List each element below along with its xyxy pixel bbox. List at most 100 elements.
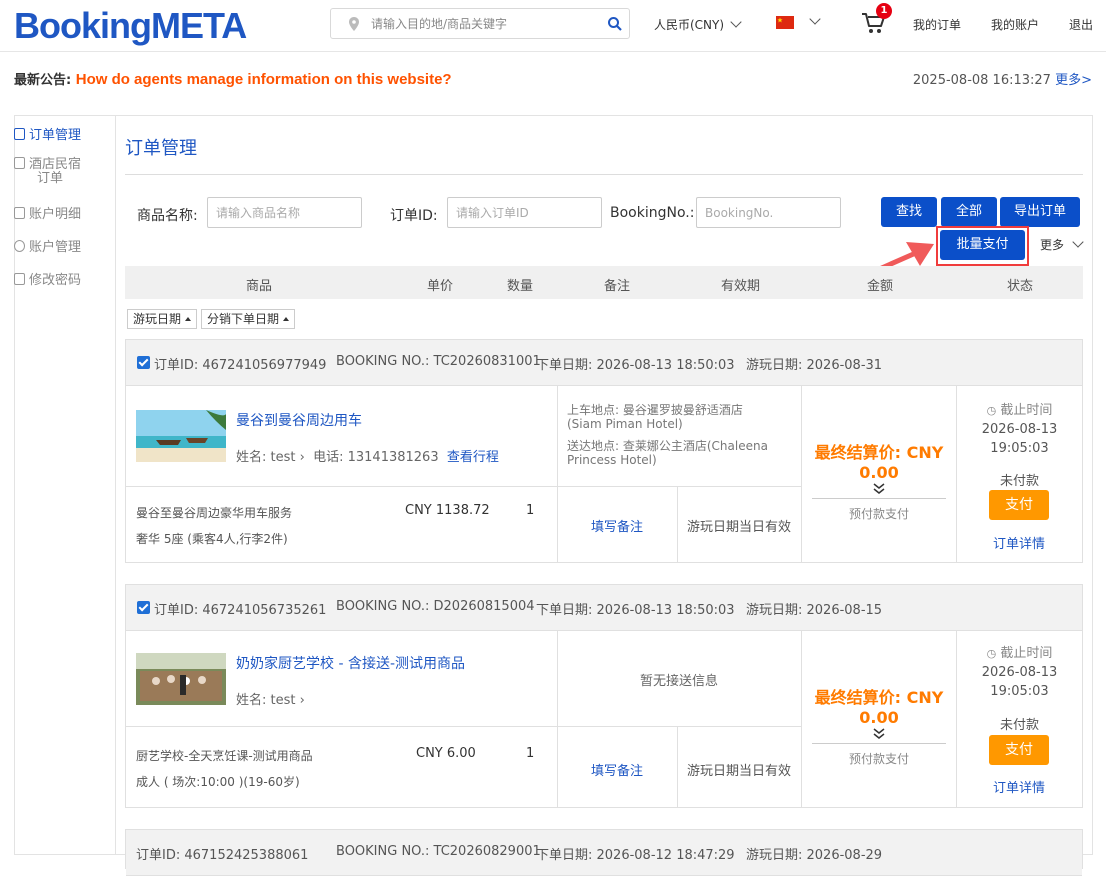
order-detail-link[interactable]: 订单详情 (993, 533, 1045, 552)
list-icon (14, 207, 25, 219)
double-chevron-down-icon[interactable] (873, 483, 885, 495)
play-date: 游玩日期: 2026-08-15 (746, 603, 883, 618)
booking-no: BOOKING NO.: TC20260831001 (336, 354, 541, 369)
validity-text: 游玩日期当日有效 (687, 764, 792, 779)
guest-info: 姓名: test › 电话: 13141381263 查看行程 (236, 446, 499, 465)
announcement-meta: 2025-08-08 16:13:27 更多> (913, 69, 1092, 88)
service-description: 曼谷至曼谷周边豪华用车服务 (136, 506, 293, 520)
booking-no-input[interactable] (696, 197, 841, 228)
col-remark: 备注 (604, 279, 631, 294)
divider (126, 486, 801, 487)
cart-count-badge: 1 (876, 3, 892, 19)
all-button[interactable]: 全部 (941, 197, 997, 227)
find-button[interactable]: 查找 (881, 197, 937, 227)
deadline-label: 截止时间 (1000, 646, 1053, 661)
dropoff-location-en: Princess Hotel) (567, 453, 657, 467)
chevron-right-icon: › (299, 693, 305, 708)
col-amount: 金额 (867, 279, 894, 294)
product-thumbnail-beach[interactable] (136, 410, 226, 462)
lock-icon (14, 273, 25, 285)
chevron-down-icon (730, 16, 742, 28)
booking-no: BOOKING NO.: TC20260829001 (336, 844, 541, 859)
play-date: 游玩日期: 2026-08-31 (746, 358, 883, 373)
order-card: 订单ID: 467241056977949 BOOKING NO.: TC202… (125, 339, 1083, 563)
pickup-info: 上车地点: 曼谷暹罗披曼舒适酒店 (Siam Piman Hotel) 送达地点… (567, 403, 768, 467)
unit-price: CNY 1138.72 (405, 503, 490, 518)
sidebar-item-label: 酒店民宿 (29, 157, 82, 172)
order-id: 订单ID: 467241056735261 (154, 603, 327, 618)
account-sidebar (14, 115, 115, 855)
divider (557, 386, 558, 562)
gear-icon (14, 240, 25, 252)
product-name-link[interactable]: 曼谷到曼谷周边用车 (236, 410, 362, 430)
search-icon[interactable] (607, 16, 623, 32)
divider (812, 498, 946, 499)
order-date: 下单日期: 2026-08-13 18:50:03 (536, 358, 735, 373)
col-quantity: 数量 (507, 279, 534, 294)
fill-remark-link[interactable]: 填写备注 (591, 516, 643, 535)
service-spec: 奢华 5座 (乘客4人,行李2件) (136, 532, 288, 546)
service-description: 厨艺学校-全天烹饪课-测试用商品 (136, 749, 313, 763)
view-itinerary-link[interactable]: 查看行程 (447, 450, 499, 465)
order-date: 下单日期: 2026-08-12 18:47:29 (536, 848, 735, 863)
product-thumbnail-cooking-class[interactable] (136, 653, 226, 705)
more-filters-toggle[interactable]: 更多 (1040, 236, 1084, 253)
pickup-location-en: (Siam Piman Hotel) (567, 417, 683, 431)
currency-selector[interactable]: 人民币(CNY) (654, 16, 742, 33)
divider (126, 726, 801, 727)
prepay-method: 预付款支付 (848, 507, 909, 521)
order-id-input[interactable] (447, 197, 602, 228)
announcement-bar: 最新公告: How do agents manage information o… (14, 69, 452, 88)
logout-link[interactable]: 退出 (1069, 16, 1093, 33)
payment-status: 未付款 (999, 718, 1039, 733)
my-account-link[interactable]: 我的账户 (991, 16, 1039, 33)
divider (801, 386, 802, 562)
pickup-location: 上车地点: 曼谷暹罗披曼舒适酒店 (567, 403, 743, 417)
sort-by-order-date-button[interactable]: 分销下单日期 (201, 309, 296, 329)
sidebar-item-hotel-orders[interactable]: 酒店民宿 订单 (14, 157, 104, 186)
final-settlement-price: 最终结算价: CNY 0.00 (812, 439, 946, 482)
quantity: 1 (526, 503, 535, 518)
sidebar-item-change-password[interactable]: 修改密码 (14, 269, 104, 288)
double-chevron-down-icon[interactable] (873, 728, 885, 740)
product-name-input[interactable] (207, 197, 362, 228)
product-name-link[interactable]: 奶奶家厨艺学校 - 含接送-测试用商品 (236, 653, 465, 673)
order-detail-link[interactable]: 订单详情 (993, 777, 1045, 796)
deadline-label: 截止时间 (1000, 403, 1053, 418)
destination-search-box[interactable] (330, 8, 630, 39)
sidebar-item-account-management[interactable]: 账户管理 (14, 236, 104, 255)
pay-button[interactable]: 支付 (989, 735, 1049, 765)
order-checkbox[interactable] (137, 356, 150, 369)
order-checkbox[interactable] (137, 601, 150, 614)
batch-pay-button[interactable]: 批量支付 (940, 230, 1025, 260)
announcement-link[interactable]: How do agents manage information on this… (76, 71, 452, 88)
order-card-header: 订单ID: 467241056977949 BOOKING NO.: TC202… (126, 340, 1082, 386)
order-date: 下单日期: 2026-08-13 18:50:03 (536, 603, 735, 618)
payment-deadline: ◷ 截止时间 2026-08-13 19:05:03 (957, 644, 1082, 701)
divider (801, 631, 802, 807)
divider (557, 631, 558, 807)
deadline-date: 2026-08-13 (981, 665, 1058, 680)
destination-search-input[interactable] (371, 13, 601, 35)
language-dropdown[interactable] (803, 13, 821, 29)
quantity: 1 (526, 746, 535, 761)
guest-phone: 电话: 13141381263 (313, 450, 439, 465)
bookingmeta-logo[interactable]: BookingMETA (14, 5, 247, 46)
sidebar-item-order-management[interactable]: 订单管理 (14, 124, 104, 143)
china-flag-icon[interactable] (776, 16, 794, 29)
order-id-label: 订单ID: (390, 208, 438, 224)
sidebar-item-account-details[interactable]: 账户明细 (14, 203, 104, 222)
fill-remark-link[interactable]: 填写备注 (591, 760, 643, 779)
my-orders-link[interactable]: 我的订单 (913, 16, 961, 33)
guest-name[interactable]: 姓名: test (236, 693, 295, 708)
more-announcements-link[interactable]: 更多> (1055, 73, 1092, 88)
service-spec: 成人 ( 场次:10:00 )(19-60岁) (136, 775, 300, 789)
sort-by-play-date-button[interactable]: 游玩日期 (127, 309, 198, 329)
clock-icon: ◷ (986, 404, 997, 417)
announcement-label: 最新公告: (14, 73, 76, 88)
pay-button[interactable]: 支付 (989, 490, 1049, 520)
guest-name[interactable]: 姓名: test (236, 450, 295, 465)
booking-no-label: BookingNo.: (610, 205, 695, 221)
more-label: 更多 (1040, 238, 1065, 252)
export-orders-button[interactable]: 导出订单 (1000, 197, 1080, 227)
